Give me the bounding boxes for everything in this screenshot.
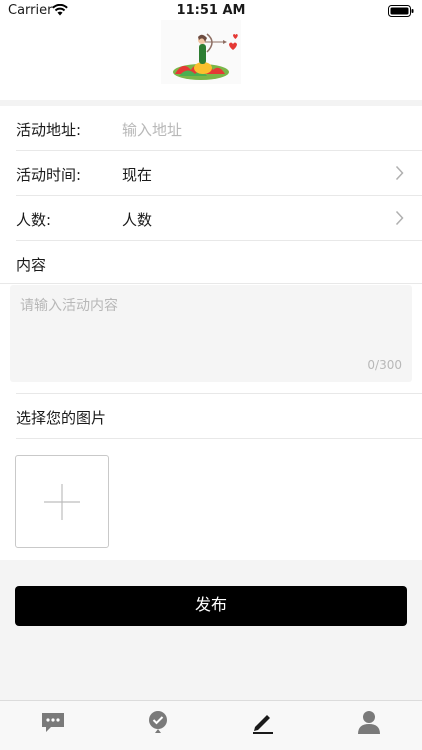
location-check-icon bbox=[145, 709, 171, 735]
user-icon bbox=[356, 709, 382, 735]
address-input[interactable]: 输入地址 bbox=[122, 119, 182, 140]
address-label: 活动地址: bbox=[16, 121, 82, 139]
chat-icon bbox=[40, 709, 66, 735]
images-label: 选择您的图片 bbox=[16, 409, 107, 427]
row-divider bbox=[16, 438, 422, 439]
time-value: 现在 bbox=[122, 166, 153, 184]
people-row[interactable]: 人数: 人数 bbox=[0, 196, 422, 240]
content-label: 内容 bbox=[16, 256, 47, 274]
plus-icon bbox=[16, 484, 108, 551]
tab-bar bbox=[0, 700, 422, 750]
add-photo-button[interactable] bbox=[15, 455, 109, 548]
address-row[interactable]: 活动地址: 输入地址 bbox=[0, 106, 422, 150]
chevron-right-icon bbox=[395, 165, 404, 185]
time-label: 活动时间: bbox=[16, 166, 82, 184]
content-placeholder: 请输入活动内容 bbox=[20, 298, 118, 314]
content-row: 内容 bbox=[0, 241, 422, 285]
tab-messages[interactable] bbox=[40, 709, 66, 735]
time-row[interactable]: 活动时间: 现在 bbox=[0, 151, 422, 195]
tab-nearby[interactable] bbox=[145, 709, 171, 735]
publish-button[interactable]: 发布 bbox=[15, 586, 407, 626]
row-divider bbox=[0, 283, 422, 284]
status-bar: Carrier 11:51 AM bbox=[0, 0, 422, 22]
chevron-right-icon bbox=[395, 210, 404, 230]
people-label: 人数: bbox=[16, 211, 52, 229]
tab-profile[interactable] bbox=[356, 709, 382, 735]
battery-icon bbox=[388, 5, 414, 21]
clock: 11:51 AM bbox=[176, 3, 246, 18]
content-textarea[interactable]: 请输入活动内容 0/300 bbox=[10, 285, 412, 382]
footer-area bbox=[0, 560, 422, 700]
people-value: 人数 bbox=[122, 211, 153, 229]
char-counter: 0/300 bbox=[367, 358, 402, 372]
images-row: 选择您的图片 bbox=[0, 394, 422, 438]
tab-publish[interactable] bbox=[250, 709, 276, 735]
edit-icon bbox=[250, 709, 276, 735]
app-logo bbox=[161, 20, 241, 84]
